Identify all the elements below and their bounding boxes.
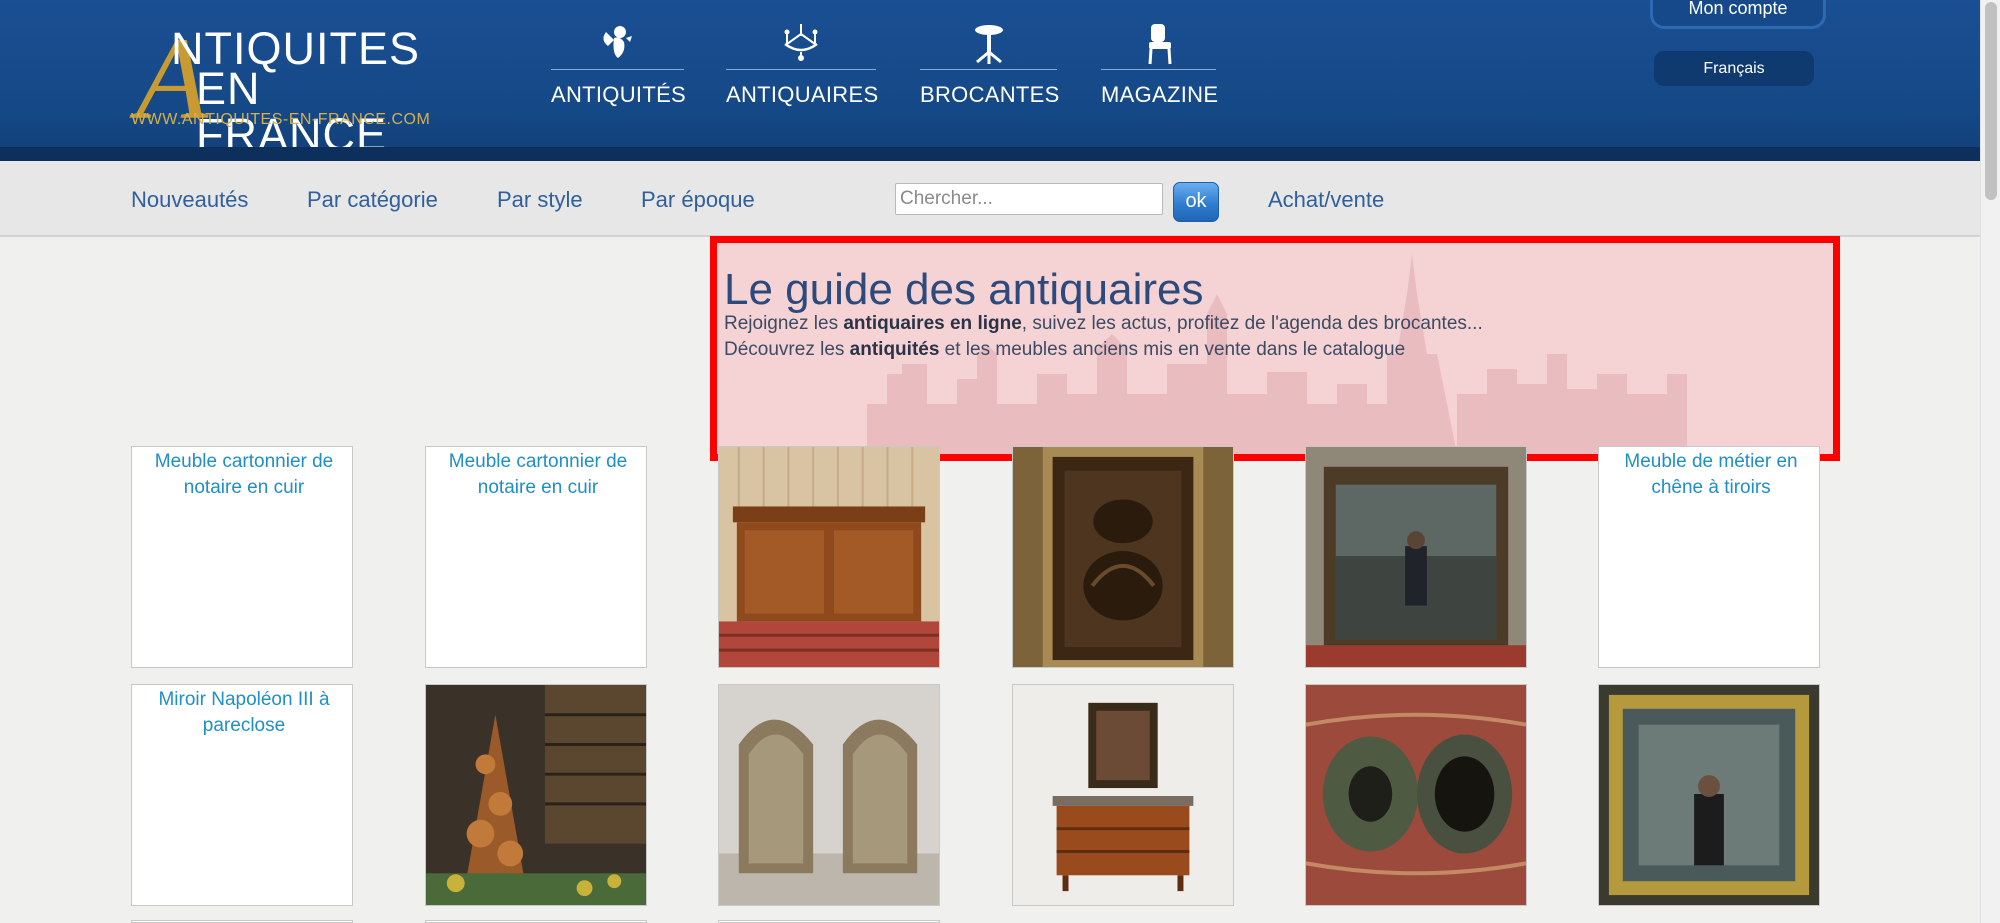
nav-rule bbox=[1101, 69, 1216, 70]
nav-brocantes[interactable]: BROCANTES bbox=[920, 22, 1060, 112]
nav-rule bbox=[726, 69, 876, 70]
hero-title: Le guide des antiquaires bbox=[724, 265, 1204, 314]
broken-image-alt-text[interactable]: Meuble cartonnier de notaire en cuir bbox=[132, 447, 352, 501]
hero-banner: Le guide des antiquaires Rejoignez les a… bbox=[710, 236, 1840, 461]
broken-image-alt-text[interactable]: Meuble de métier en chêne à tiroirs bbox=[1599, 447, 1819, 501]
nav-rule bbox=[920, 69, 1057, 70]
broken-image-alt-text[interactable]: Meuble cartonnier de notaire en cuir bbox=[426, 447, 646, 501]
product-card[interactable] bbox=[1012, 446, 1234, 668]
header-stripe bbox=[0, 147, 1980, 161]
antiquaires-en-ligne-link[interactable]: antiquaires en ligne bbox=[843, 313, 1021, 334]
product-card[interactable] bbox=[425, 684, 647, 906]
product-card[interactable]: Meuble cartonnier de notaire en cuir bbox=[131, 446, 353, 668]
subnav-achat-vente[interactable]: Achat/vente bbox=[1268, 187, 1384, 213]
nav-antiquaires[interactable]: ANTIQUAIRES bbox=[726, 22, 879, 112]
antiquites-link[interactable]: antiquités bbox=[850, 339, 940, 360]
product-card[interactable]: Meuble cartonnier de notaire en cuir bbox=[425, 446, 647, 668]
nav-magazine[interactable]: MAGAZINE bbox=[1101, 22, 1219, 112]
product-card[interactable] bbox=[718, 446, 940, 668]
product-card[interactable] bbox=[1305, 446, 1527, 668]
nav-label: MAGAZINE bbox=[1101, 82, 1219, 107]
gilded-mirror-photo bbox=[1599, 685, 1819, 905]
nav-label: ANTIQUITÉS bbox=[551, 82, 687, 107]
hero-line1-text: , suivez les actus, profitez de l'agenda… bbox=[1021, 313, 1483, 334]
copper-pots-library-photo bbox=[426, 685, 646, 905]
search-submit-button[interactable]: ok bbox=[1173, 182, 1219, 222]
sub-navigation: Nouveautés Par catégorie Par style Par é… bbox=[0, 161, 1980, 237]
nav-label: ANTIQUAIRES bbox=[726, 82, 879, 107]
language-selector[interactable]: Français bbox=[1654, 51, 1814, 86]
porter-armchairs-photo bbox=[719, 685, 939, 905]
cherub-icon bbox=[602, 26, 632, 58]
hero-line-1: Rejoignez les antiquaires en ligne, suiv… bbox=[724, 313, 1483, 335]
chandelier-icon bbox=[784, 24, 818, 61]
side-table-icon bbox=[974, 25, 1003, 64]
product-card[interactable]: Miroir Napoléon III à pareclose bbox=[131, 684, 353, 906]
hero-line1-text: Rejoignez les bbox=[724, 313, 844, 334]
wooden-mirror-photo bbox=[1306, 447, 1526, 667]
hero-line-2: Découvrez les antiquités et les meubles … bbox=[724, 339, 1405, 361]
page-scrollbar[interactable] bbox=[1980, 0, 2000, 923]
nav-rule bbox=[551, 69, 684, 70]
nav-label: BROCANTES bbox=[920, 82, 1060, 107]
my-account-button[interactable]: Mon compte bbox=[1650, 0, 1826, 29]
nav-antiquites[interactable]: ANTIQUITÉS bbox=[551, 22, 687, 112]
site-logo[interactable]: A NTIQUITES EN FRANCE WWW.ANTIQUITES-EN-… bbox=[131, 20, 431, 158]
product-card[interactable] bbox=[1012, 684, 1234, 906]
search-input[interactable] bbox=[895, 183, 1163, 215]
logo-url: WWW.ANTIQUITES-EN-FRANCE.COM bbox=[131, 111, 431, 128]
hero-line2-text: et les meubles anciens mis en vente dans… bbox=[939, 339, 1406, 360]
site-header: A NTIQUITES EN FRANCE WWW.ANTIQUITES-EN-… bbox=[0, 0, 1980, 161]
hero-line2-text: Découvrez les bbox=[724, 339, 850, 360]
broken-image-alt-text[interactable]: Miroir Napoléon III à pareclose bbox=[132, 685, 352, 739]
carved-wood-panel-photo bbox=[1013, 447, 1233, 667]
marquetry-commode-photo bbox=[1013, 685, 1233, 905]
product-card[interactable]: Meuble de métier en chêne à tiroirs bbox=[1598, 446, 1820, 668]
wooden-sideboard-photo bbox=[719, 447, 939, 667]
subnav-par-style[interactable]: Par style bbox=[497, 187, 583, 213]
subnav-nouveautes[interactable]: Nouveautés bbox=[131, 187, 248, 213]
product-card[interactable] bbox=[1305, 684, 1527, 906]
chair-icon bbox=[1148, 24, 1171, 65]
product-card[interactable] bbox=[1598, 684, 1820, 906]
subnav-par-epoque[interactable]: Par époque bbox=[641, 187, 755, 213]
subnav-par-categorie[interactable]: Par catégorie bbox=[307, 187, 438, 213]
scrollbar-thumb[interactable] bbox=[1985, 2, 1997, 200]
gramophone-horns-photo bbox=[1306, 685, 1526, 905]
product-card[interactable] bbox=[718, 684, 940, 906]
